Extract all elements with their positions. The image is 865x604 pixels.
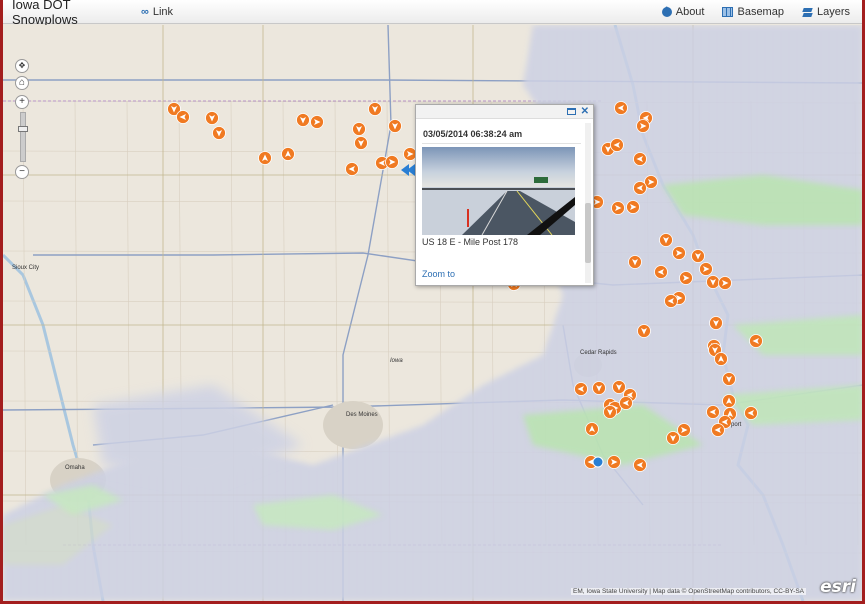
snowplow-marker[interactable] [603, 405, 617, 419]
info-popup: ✕ 03/05/2014 06:38:24 am US 18 E - Mile … [415, 104, 594, 286]
popup-titlebar: ✕ [416, 105, 593, 119]
popup-scroll-thumb[interactable] [585, 203, 591, 263]
snowplow-marker[interactable] [592, 381, 606, 395]
camera-image[interactable] [422, 147, 575, 235]
layers-button[interactable]: Layers [802, 6, 850, 18]
info-icon: i [661, 6, 672, 17]
app-title: Iowa DOT Snowplows [12, 0, 78, 27]
snowplow-marker[interactable] [628, 255, 642, 269]
city-label-des-moines: Des Moines [346, 412, 378, 418]
link-button[interactable]: ∞ Link [141, 6, 173, 18]
city-label-omaha: Omaha [65, 465, 85, 471]
snowplow-marker[interactable] [711, 423, 725, 437]
link-icon: ∞ [141, 5, 149, 18]
about-label: About [675, 5, 705, 18]
snowplow-marker[interactable] [388, 119, 402, 133]
about-button[interactable]: i About [661, 5, 705, 18]
snowplow-marker[interactable] [585, 422, 599, 436]
zoom-out-button[interactable]: − [15, 165, 29, 179]
app-frame: Iowa DOT Snowplows ∞ Link i About Basema… [0, 0, 865, 604]
popup-divider [422, 143, 581, 144]
pan-button[interactable]: ✥ [15, 59, 29, 73]
snowplow-marker[interactable] [296, 113, 310, 127]
zoom-in-button[interactable]: + [15, 95, 29, 109]
urban-des-moines [323, 401, 383, 449]
city-label-davenport: port [731, 422, 742, 428]
snowplow-marker[interactable] [659, 233, 673, 247]
snowplow-marker[interactable] [574, 382, 588, 396]
snowplow-marker[interactable] [722, 372, 736, 386]
snowplow-marker[interactable] [614, 101, 628, 115]
zoom-controls: ✥ ⌂ + − [15, 59, 31, 182]
snowplow-marker[interactable] [212, 126, 226, 140]
snowplow-marker[interactable] [281, 147, 295, 161]
basemap-label: Basemap [737, 5, 784, 18]
snowplow-marker[interactable] [636, 119, 650, 133]
snowplow-marker[interactable] [385, 155, 399, 169]
snowplow-marker[interactable] [352, 122, 366, 136]
snowplow-marker[interactable] [612, 380, 626, 394]
snowplow-marker[interactable] [611, 201, 625, 215]
snowplow-marker[interactable] [679, 271, 693, 285]
link-label: Link [152, 5, 174, 18]
selected-location-marker[interactable] [592, 456, 604, 468]
basemap-grid-icon [722, 6, 734, 17]
header-tools: i About Basemap Layers [661, 5, 850, 18]
snowplow-marker[interactable] [176, 110, 190, 124]
snowplow-marker[interactable] [354, 136, 368, 150]
snowplow-marker[interactable] [310, 115, 324, 129]
header-bar: Iowa DOT Snowplows ∞ Link i About Basema… [3, 0, 862, 27]
basemap-button[interactable]: Basemap [722, 5, 784, 18]
city-label-cedar-rapids: Cedar Rapids [580, 350, 617, 356]
snowplow-marker[interactable] [714, 352, 728, 366]
snowplow-marker[interactable] [664, 294, 678, 308]
home-button[interactable]: ⌂ [15, 76, 29, 90]
layers-icon [802, 7, 813, 17]
snowplow-marker[interactable] [722, 394, 736, 408]
snowplow-marker[interactable] [368, 102, 382, 116]
snowplow-marker[interactable] [677, 423, 691, 437]
snowplow-marker[interactable] [607, 455, 621, 469]
snowplow-marker[interactable] [633, 152, 647, 166]
snowplow-marker[interactable] [699, 262, 713, 276]
snowplow-marker[interactable] [654, 265, 668, 279]
snowplow-marker[interactable] [706, 405, 720, 419]
city-label-iowa: Iowa [390, 358, 403, 364]
map-attribution: EM, Iowa State University | Map data © O… [571, 588, 806, 595]
popup-caption: US 18 E - Mile Post 178 [422, 237, 519, 247]
snowplow-marker[interactable] [691, 249, 705, 263]
snowplow-marker[interactable] [610, 138, 624, 152]
snowplow-marker[interactable] [718, 276, 732, 290]
zoom-slider-thumb[interactable] [18, 126, 28, 133]
zoom-slider[interactable] [18, 112, 28, 162]
snowplow-marker[interactable] [749, 334, 763, 348]
snowplow-marker[interactable] [744, 406, 758, 420]
esri-logo: esri [820, 577, 856, 597]
snowplow-marker[interactable] [706, 275, 720, 289]
city-label-sioux-city: Sioux City [12, 265, 40, 271]
snowplow-marker[interactable] [666, 431, 680, 445]
zoom-to-link[interactable]: Zoom to [422, 269, 455, 279]
map-view[interactable]: Sioux City Omaha Des Moines Cedar Rapids… [3, 25, 862, 601]
maximize-icon[interactable] [566, 108, 576, 115]
snowplow-marker[interactable] [345, 162, 359, 176]
snowplow-marker[interactable] [709, 316, 723, 330]
snowplow-marker[interactable] [633, 181, 647, 195]
snowplow-marker[interactable] [258, 151, 272, 165]
close-icon[interactable]: ✕ [581, 106, 589, 117]
popup-timestamp: 03/05/2014 06:38:24 am [423, 129, 523, 139]
snowplow-marker[interactable] [633, 458, 647, 472]
layers-label: Layers [816, 5, 850, 18]
snowplow-marker[interactable] [205, 111, 219, 125]
popup-scrollbar[interactable] [585, 123, 591, 283]
snowplow-marker[interactable] [626, 200, 640, 214]
snowplow-marker[interactable] [672, 246, 686, 260]
snowplow-marker[interactable] [619, 396, 633, 410]
snowplow-marker[interactable] [637, 324, 651, 338]
